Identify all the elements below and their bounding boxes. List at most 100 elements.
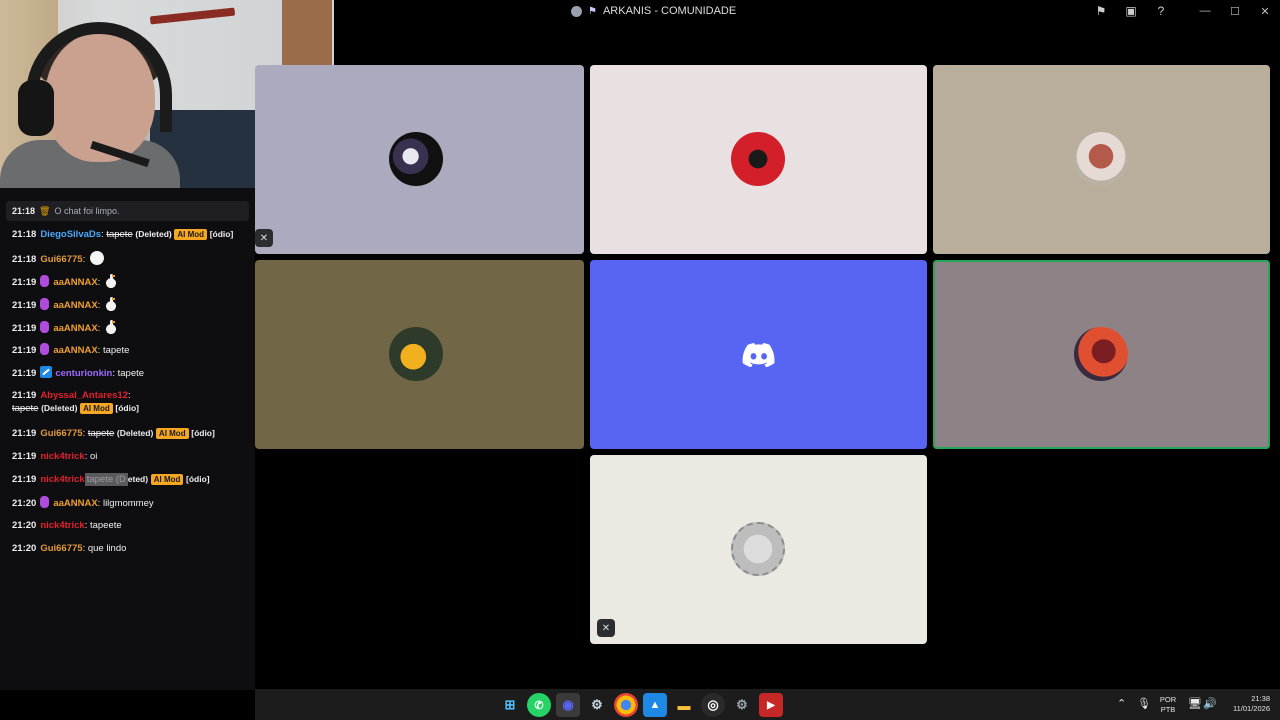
chat-message: 21:18 Gui66775:: [12, 251, 104, 266]
tile-user-2[interactable]: [590, 65, 927, 254]
help-icon[interactable]: ?: [1146, 0, 1176, 22]
chat-username[interactable]: Gui66775: [40, 428, 82, 439]
message-text: lilgmommey: [102, 498, 154, 509]
mic-badge-icon: [40, 321, 50, 333]
tile-user-4[interactable]: [255, 260, 584, 449]
user-avatar: [731, 132, 785, 186]
chat-username[interactable]: aaANNAX: [53, 498, 97, 509]
chat-message: 21:18 DiegoSilvaDs: tapete (Deleted) AI M…: [12, 229, 234, 240]
ai-mod-badge: AI Mod: [80, 403, 113, 414]
ai-mod-badge: AI Mod: [174, 229, 208, 240]
mic-badge-icon: [40, 343, 50, 355]
moderation-tag: [ódio]: [191, 428, 215, 438]
message-time: 21:19: [12, 390, 37, 401]
obs-icon[interactable]: ◎: [701, 693, 725, 717]
goose-emote-icon: [104, 320, 117, 334]
user-avatar: [389, 132, 443, 186]
chat-message: 21:19 aaANNAX: tapete: [12, 343, 130, 356]
clock-date: 11/01/2026: [1233, 704, 1270, 713]
volume-icon[interactable]: 🔊: [1203, 697, 1217, 710]
chat-username[interactable]: DiegoSilvaDs: [40, 229, 101, 240]
chat-username[interactable]: aaANNAX: [53, 323, 97, 334]
message-text: tapete: [106, 229, 133, 240]
chat-message: 21:19 nick4trick tapete (D eted) AI Mod [ód…: [12, 473, 210, 486]
goose-emote-icon: [104, 274, 117, 288]
muted-mic-icon: ✕: [255, 229, 273, 247]
message-text: tapete: [117, 368, 145, 379]
moderation-tag: [ódio]: [209, 229, 234, 239]
steam-icon[interactable]: ⚙: [585, 693, 609, 717]
message-time: 21:19: [12, 300, 37, 311]
discord-icon[interactable]: ◉: [556, 693, 580, 717]
file-explorer-icon[interactable]: ▬: [672, 693, 696, 717]
message-time: 21:19: [12, 277, 37, 288]
network-icon[interactable]: 🖥: [1188, 697, 1202, 710]
clock[interactable]: 21:38 11/01/2026: [1220, 694, 1270, 714]
microphone-icon[interactable]: 🎙: [1137, 697, 1151, 710]
goose-emote-icon: [104, 297, 117, 311]
stream-chat: 21:18 🗑 O chat foi limpo. 21:18 DiegoSilv…: [0, 188, 255, 690]
window-toolbar: ⚑ ▣ ? — ☐ ✕: [1086, 0, 1280, 22]
chat-message: 21:19 aaANNAX:: [12, 320, 117, 335]
mic-badge-icon: [40, 275, 50, 287]
discord-logo-icon: [742, 343, 775, 367]
chat-cleared-notice: 21:18 🗑 O chat foi limpo.: [6, 201, 249, 221]
chat-username[interactable]: nick4trick: [40, 520, 84, 531]
message-text: oi: [89, 451, 98, 462]
message-time: 21:20: [12, 498, 37, 509]
muted-mic-icon: ✕: [597, 619, 615, 637]
chat-username[interactable]: Abyssal_Antares12: [40, 390, 128, 401]
chat-username[interactable]: aaANNAX: [53, 300, 97, 311]
maximize-button[interactable]: ☐: [1220, 0, 1250, 22]
youtube-icon[interactable]: ▶: [759, 693, 783, 717]
tile-user-6[interactable]: [933, 260, 1270, 449]
chevron-up-icon[interactable]: ⌃: [1117, 697, 1126, 710]
trash-icon: 🗑: [39, 205, 51, 216]
chat-message: 21:20 aaANNAX: lilgmommey: [12, 496, 154, 509]
chat-username[interactable]: Gui66775: [40, 254, 82, 265]
chat-message: 21:20 Gui66775: que lindo: [12, 543, 127, 554]
message-text: tapete: [102, 345, 130, 356]
windows-start-icon[interactable]: ⊞: [498, 693, 522, 717]
deleted-label: (Deleted): [116, 428, 154, 438]
deleted-label: (Deleted): [41, 403, 78, 413]
mic-badge-icon: [40, 496, 50, 508]
tile-user-7[interactable]: ✕: [590, 455, 927, 644]
moderation-tag: [ódio]: [115, 403, 139, 413]
message-time: 21:19: [12, 474, 37, 485]
inbox-icon[interactable]: ▣: [1116, 0, 1146, 22]
tile-user-5[interactable]: [590, 260, 927, 449]
clock-time: 21:38: [1251, 694, 1270, 703]
tile-user-1[interactable]: ✕: [255, 65, 584, 254]
chat-message: 21:20 nick4trick: tapeete: [12, 520, 122, 531]
flag-icon[interactable]: ⚑: [1086, 0, 1116, 22]
chat-message: 21:19 Abyssal_Antares12: tapete (Deleted)…: [12, 390, 139, 414]
message-time: 21:19: [12, 451, 37, 462]
chat-message: 21:19 aaANNAX:: [12, 274, 117, 289]
message-time: 21:18: [12, 229, 37, 240]
chat-username[interactable]: Gui66775: [40, 543, 82, 554]
settings-icon[interactable]: ⚙: [730, 693, 754, 717]
message-time: 21:19: [12, 368, 37, 379]
chat-username[interactable]: nick4trick: [40, 451, 84, 462]
photos-icon[interactable]: ▲: [643, 693, 667, 717]
user-avatar: [1074, 327, 1128, 381]
chat-username[interactable]: nick4trick: [40, 474, 84, 485]
input-language[interactable]: POR PTB: [1153, 695, 1183, 715]
message-time: 21:18: [12, 206, 36, 216]
chat-message: 21:19 nick4trick: oi: [12, 451, 98, 462]
emote-icon: [89, 251, 104, 265]
chat-username[interactable]: aaANNAX: [53, 345, 97, 356]
tile-user-3[interactable]: [933, 65, 1270, 254]
chat-username[interactable]: centurionkin: [55, 368, 112, 379]
chrome-icon[interactable]: [614, 693, 638, 717]
message-text: tapete: [12, 403, 39, 414]
minimize-button[interactable]: —: [1190, 0, 1220, 22]
message-time: 21:20: [12, 520, 37, 531]
server-icon: ⚑: [588, 5, 597, 17]
user-avatar: [389, 327, 443, 381]
whatsapp-icon[interactable]: ✆: [527, 693, 551, 717]
chat-username[interactable]: aaANNAX: [53, 277, 97, 288]
user-avatar: [1074, 132, 1128, 186]
close-button[interactable]: ✕: [1250, 0, 1280, 22]
